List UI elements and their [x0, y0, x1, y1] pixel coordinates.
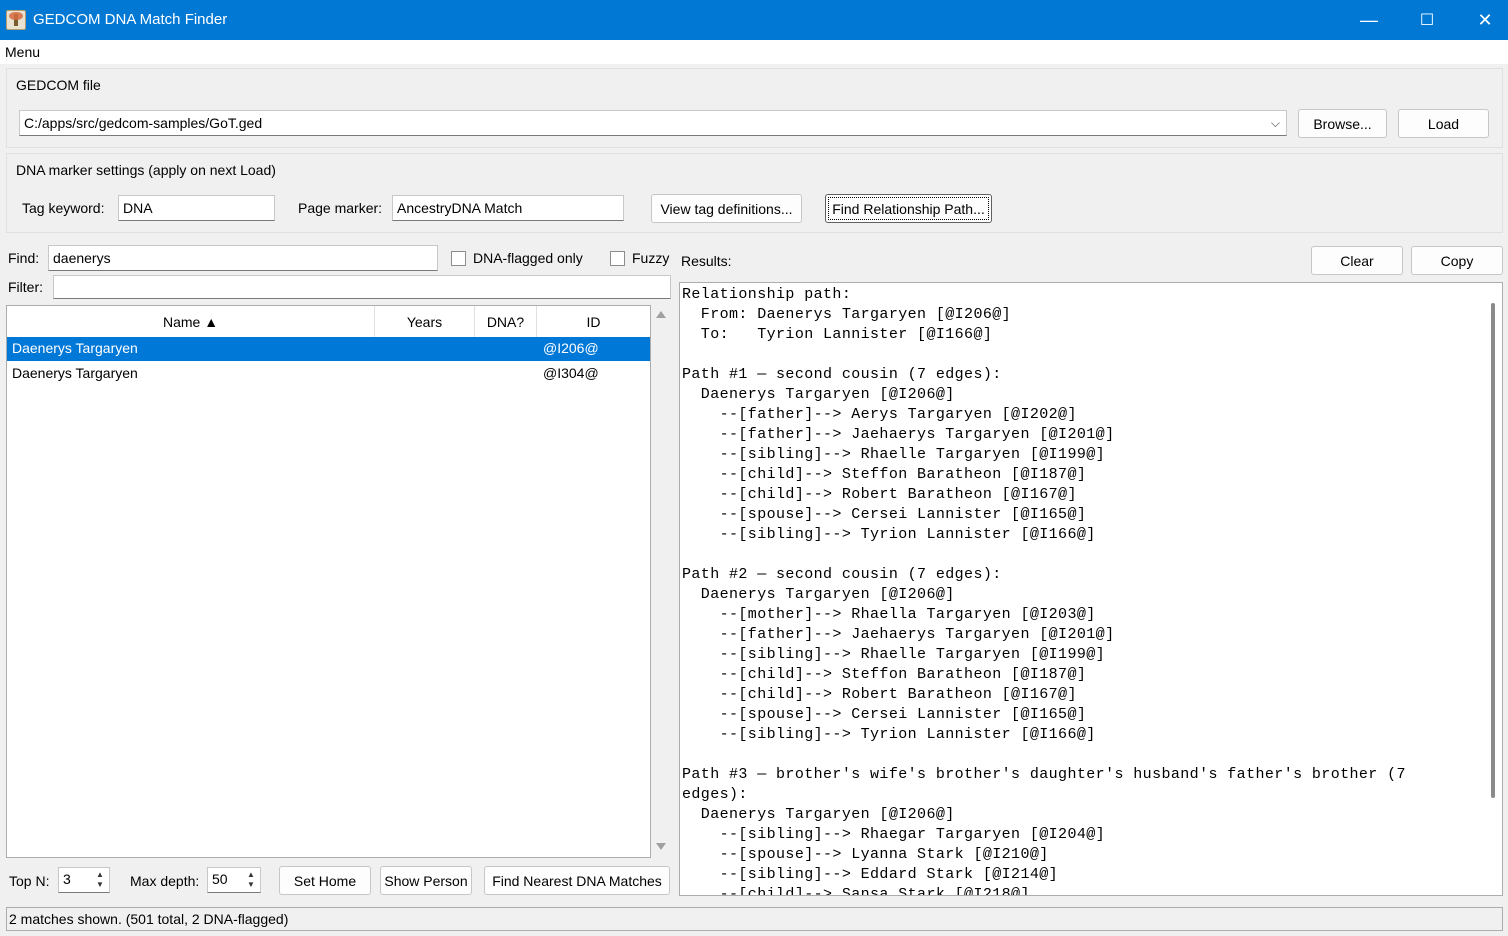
person-table[interactable]: Name ▲ Years DNA? ID Daenerys Targaryen … [6, 305, 651, 858]
copy-button[interactable]: Copy [1411, 246, 1503, 275]
find-relationship-path-button[interactable]: Find Relationship Path... [825, 194, 992, 223]
show-person-button[interactable]: Show Person [380, 866, 472, 895]
chevron-down-icon[interactable]: ⌵ [1271, 113, 1280, 133]
window-title: GEDCOM DNA Match Finder [33, 11, 228, 28]
load-button[interactable]: Load [1398, 109, 1489, 138]
row-name: Daenerys Targaryen [12, 365, 138, 381]
fuzzy-checkbox[interactable] [610, 251, 625, 266]
menu-bar: Menu [0, 40, 1508, 64]
scroll-down-icon[interactable] [656, 843, 666, 850]
top-n-label: Top N: [9, 873, 50, 889]
table-row[interactable]: Daenerys Targaryen @I206@ [7, 337, 650, 361]
table-row[interactable]: Daenerys Targaryen @I304@ [7, 362, 650, 386]
row-name: Daenerys Targaryen [12, 340, 138, 356]
column-header-years[interactable]: Years [375, 306, 475, 338]
find-label: Find: [8, 250, 40, 266]
results-label: Results: [681, 253, 732, 269]
dna-settings-panel: DNA marker settings (apply on next Load)… [6, 153, 1503, 233]
title-bar: GEDCOM DNA Match Finder — ☐ ✕ [0, 0, 1508, 40]
row-id: @I304@ [543, 365, 599, 381]
gedcom-path-value: C:/apps/src/gedcom-samples/GoT.ged [24, 115, 263, 131]
scroll-up-icon[interactable] [656, 311, 666, 318]
close-button[interactable]: ✕ [1456, 0, 1508, 40]
tag-keyword-input[interactable]: DNA [118, 195, 275, 221]
max-depth-value: 50 [212, 871, 228, 887]
dna-flagged-only-checkbox[interactable] [451, 251, 466, 266]
filter-input[interactable] [53, 275, 671, 299]
tag-keyword-label: Tag keyword: [22, 200, 105, 216]
top-n-spinner[interactable]: 3 ▲ ▼ [58, 867, 110, 893]
max-depth-spinner[interactable]: 50 ▲ ▼ [207, 867, 261, 893]
minimize-button[interactable]: — [1340, 0, 1398, 40]
page-marker-input[interactable]: AncestryDNA Match [392, 195, 624, 221]
filter-label: Filter: [8, 279, 43, 295]
table-scrollbar[interactable] [653, 305, 670, 858]
browse-button[interactable]: Browse... [1298, 109, 1387, 138]
status-bar: 2 matches shown. (501 total, 2 DNA-flagg… [6, 907, 1503, 931]
fuzzy-label: Fuzzy [632, 250, 670, 266]
spinner-arrows-icon[interactable]: ▲ ▼ [244, 870, 258, 890]
clear-button[interactable]: Clear [1311, 246, 1403, 275]
gedcom-file-panel: GEDCOM file C:/apps/src/gedcom-samples/G… [6, 68, 1503, 148]
column-header-dna[interactable]: DNA? [475, 306, 537, 338]
spinner-arrows-icon[interactable]: ▲ ▼ [93, 870, 107, 890]
results-scrollbar-thumb[interactable] [1491, 303, 1495, 798]
find-nearest-dna-matches-button[interactable]: Find Nearest DNA Matches [484, 866, 670, 895]
menu-item-menu[interactable]: Menu [5, 44, 40, 60]
dna-flagged-only-label: DNA-flagged only [473, 250, 583, 266]
set-home-button[interactable]: Set Home [279, 866, 371, 895]
gedcom-section-label: GEDCOM file [16, 77, 101, 93]
page-marker-label: Page marker: [298, 200, 383, 216]
dna-settings-section-label: DNA marker settings (apply on next Load) [16, 162, 276, 178]
max-depth-label: Max depth: [130, 873, 200, 889]
status-text: 2 matches shown. (501 total, 2 DNA-flagg… [9, 911, 289, 927]
column-header-id[interactable]: ID [537, 306, 650, 338]
view-tag-definitions-button[interactable]: View tag definitions... [651, 194, 802, 223]
gedcom-path-combo[interactable]: C:/apps/src/gedcom-samples/GoT.ged ⌵ [19, 110, 1287, 136]
results-text: Relationship path: From: Daenerys Targar… [682, 286, 1406, 896]
results-text-area[interactable]: Relationship path: From: Daenerys Targar… [679, 282, 1503, 896]
app-tree-icon [6, 10, 26, 30]
column-header-name[interactable]: Name ▲ [7, 306, 375, 338]
top-n-value: 3 [63, 871, 71, 887]
maximize-button[interactable]: ☐ [1398, 0, 1456, 40]
find-input[interactable]: daenerys [48, 245, 438, 271]
row-id: @I206@ [543, 340, 599, 356]
